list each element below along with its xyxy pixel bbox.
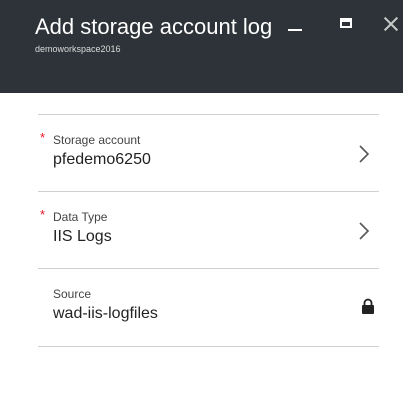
minimize-icon [288,29,302,31]
source-field: Source wad-iis-logfiles [38,269,379,345]
blade-header: Add storage account log demoworkspace201… [0,0,403,93]
lock-icon [362,298,374,314]
maximize-button[interactable] [334,12,360,38]
blade-title: Add storage account log [35,14,273,39]
storage-account-value: pfedemo6250 [53,151,151,168]
required-marker: * [40,207,46,222]
source-label: Source [53,287,92,301]
maximize-icon [340,18,352,28]
storage-account-label: Storage account [53,133,141,147]
data-type-label: Data Type [53,210,108,224]
blade-subtitle: demoworkspace2016 [35,44,121,54]
blade-panel: Add storage account log demoworkspace201… [0,0,403,396]
chevron-right-icon [359,222,370,240]
storage-account-field[interactable]: * Storage account pfedemo6250 [38,115,379,191]
source-value: wad-iis-logfiles [53,305,158,322]
required-marker: * [40,130,46,145]
close-button[interactable] [378,12,403,38]
divider [38,346,379,347]
data-type-field[interactable]: * Data Type IIS Logs [38,192,379,268]
chevron-right-icon [359,145,370,163]
data-type-value: IIS Logs [53,228,112,245]
minimize-button[interactable] [282,12,308,38]
